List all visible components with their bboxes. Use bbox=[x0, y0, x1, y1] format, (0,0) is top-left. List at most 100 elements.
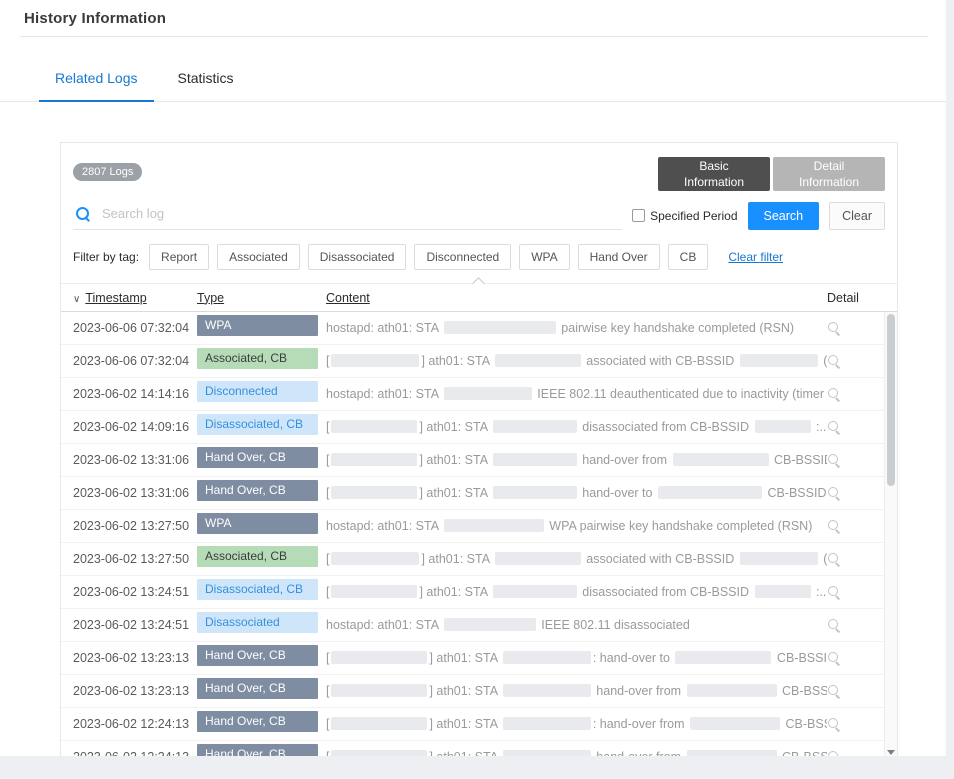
redacted-text bbox=[331, 585, 417, 598]
cell-content: [] ath01: STA hand-over from CB-BSSID ..… bbox=[326, 684, 827, 698]
redacted-text bbox=[495, 354, 581, 367]
redacted-text bbox=[331, 684, 427, 697]
type-tag: Hand Over, CB bbox=[197, 645, 318, 666]
cell-content: [] ath01: STA associated with CB-BSSID (… bbox=[326, 354, 827, 368]
page-title: History Information bbox=[24, 10, 924, 27]
page: History Information Related Logs Statist… bbox=[0, 0, 946, 756]
tab-related-logs[interactable]: Related Logs bbox=[55, 64, 138, 101]
panel-toolbar: 2807 Logs Basic Information Detail Infor… bbox=[61, 143, 897, 191]
redacted-text bbox=[493, 420, 577, 433]
cell-timestamp: 2023-06-02 14:14:16 bbox=[73, 387, 197, 401]
clear-button[interactable]: Clear bbox=[829, 202, 885, 230]
detail-magnifier-icon[interactable] bbox=[827, 486, 841, 500]
cell-type: Hand Over, CB bbox=[197, 645, 326, 671]
cell-detail bbox=[827, 354, 879, 368]
redacted-text bbox=[495, 552, 581, 565]
detail-magnifier-icon[interactable] bbox=[827, 420, 841, 434]
scrollbar[interactable] bbox=[884, 312, 897, 756]
detail-information-button[interactable]: Detail Information bbox=[773, 157, 885, 191]
detail-magnifier-icon[interactable] bbox=[827, 354, 841, 368]
column-header-type[interactable]: Type bbox=[197, 291, 224, 305]
tab-statistics[interactable]: Statistics bbox=[178, 64, 234, 101]
redacted-text bbox=[503, 750, 591, 756]
filter-tag-report[interactable]: Report bbox=[149, 244, 209, 270]
specified-period-label: Specified Period bbox=[650, 209, 737, 223]
cell-content: hostapd: ath01: STA IEEE 802.11 deauthen… bbox=[326, 387, 827, 401]
filter-tag-cb[interactable]: CB bbox=[668, 244, 709, 270]
specified-period-checkbox[interactable]: Specified Period bbox=[632, 209, 737, 223]
cell-content: hostapd: ath01: STA WPA pairwise key han… bbox=[326, 519, 827, 533]
cell-detail bbox=[827, 519, 879, 533]
cell-timestamp: 2023-06-06 07:32:04 bbox=[73, 354, 197, 368]
cell-type: Hand Over, CB bbox=[197, 678, 326, 704]
detail-magnifier-icon[interactable] bbox=[827, 519, 841, 533]
cell-type: Disassociated bbox=[197, 612, 326, 638]
search-input[interactable] bbox=[100, 205, 620, 222]
cell-content: [] ath01: STA associated with CB-BSSID (… bbox=[326, 552, 827, 566]
type-tag: WPA bbox=[197, 315, 318, 336]
search-row: Specified Period Search Clear bbox=[61, 191, 897, 242]
scrollbar-thumb[interactable] bbox=[887, 314, 895, 486]
redacted-text bbox=[444, 519, 544, 532]
redacted-text bbox=[740, 354, 818, 367]
scrollbar-down-button[interactable] bbox=[885, 744, 897, 756]
table-row: 2023-06-02 13:27:50Associated, CB[] ath0… bbox=[61, 543, 897, 576]
redacted-text bbox=[493, 486, 577, 499]
sort-descending-icon[interactable]: ∨ bbox=[73, 294, 80, 305]
cell-detail bbox=[827, 651, 879, 665]
cell-content: [] ath01: STA : hand-over from CB-BSSID … bbox=[326, 717, 827, 731]
column-header-content-cell: Content bbox=[326, 291, 827, 305]
cell-detail bbox=[827, 486, 879, 500]
cell-timestamp: 2023-06-02 13:24:51 bbox=[73, 585, 197, 599]
cell-content: [] ath01: STA : hand-over to CB-BSSID :.… bbox=[326, 651, 827, 665]
detail-magnifier-icon[interactable] bbox=[827, 750, 841, 756]
filter-tag-hand-over[interactable]: Hand Over bbox=[578, 244, 660, 270]
cell-timestamp: 2023-06-06 07:32:04 bbox=[73, 321, 197, 335]
column-header-type-cell: Type bbox=[197, 291, 326, 305]
redacted-text bbox=[687, 750, 777, 756]
cell-content: [] ath01: STA hand-over from CB-BSSID ..… bbox=[326, 750, 827, 756]
redacted-text bbox=[687, 684, 777, 697]
cell-content: hostapd: ath01: STA IEEE 802.11 disassoc… bbox=[326, 618, 827, 632]
search-button[interactable]: Search bbox=[748, 202, 820, 230]
log-table: ∨Timestamp Type Content Detail 2023-06-0… bbox=[61, 283, 897, 756]
logs-panel: 2807 Logs Basic Information Detail Infor… bbox=[60, 142, 898, 756]
cell-type: Associated, CB bbox=[197, 546, 326, 572]
filter-tag-wpa[interactable]: WPA bbox=[519, 244, 569, 270]
cell-type: Disassociated, CB bbox=[197, 579, 326, 605]
detail-magnifier-icon[interactable] bbox=[827, 618, 841, 632]
cell-content: hostapd: ath01: STA pairwise key handsha… bbox=[326, 321, 827, 335]
column-header-content[interactable]: Content bbox=[326, 291, 370, 305]
redacted-text bbox=[331, 453, 417, 466]
detail-magnifier-icon[interactable] bbox=[827, 387, 841, 401]
type-tag: Hand Over, CB bbox=[197, 678, 318, 699]
filter-tag-disconnected[interactable]: Disconnected bbox=[414, 244, 511, 270]
cell-type: Hand Over, CB bbox=[197, 480, 326, 506]
detail-magnifier-icon[interactable] bbox=[827, 684, 841, 698]
checkbox-icon[interactable] bbox=[632, 209, 645, 222]
table-row: 2023-06-02 14:14:16Disconnected hostapd: … bbox=[61, 378, 897, 411]
filter-tag-associated[interactable]: Associated bbox=[217, 244, 300, 270]
detail-magnifier-icon[interactable] bbox=[827, 651, 841, 665]
cell-timestamp: 2023-06-02 13:27:50 bbox=[73, 552, 197, 566]
detail-magnifier-icon[interactable] bbox=[827, 321, 841, 335]
filter-tag-disassociated[interactable]: Disassociated bbox=[308, 244, 407, 270]
redacted-text bbox=[331, 750, 427, 756]
detail-magnifier-icon[interactable] bbox=[827, 453, 841, 467]
detail-magnifier-icon[interactable] bbox=[827, 585, 841, 599]
redacted-text bbox=[675, 651, 771, 664]
filter-by-tag-label: Filter by tag: bbox=[73, 250, 139, 264]
clear-filter-link[interactable]: Clear filter bbox=[728, 250, 783, 264]
detail-magnifier-icon[interactable] bbox=[827, 552, 841, 566]
column-header-timestamp[interactable]: Timestamp bbox=[85, 291, 146, 305]
table-row: 2023-06-02 12:24:13Hand Over, CB[] ath01… bbox=[61, 741, 897, 756]
table-header: ∨Timestamp Type Content Detail bbox=[61, 283, 897, 312]
cell-detail bbox=[827, 321, 879, 335]
type-tag: Disconnected bbox=[197, 381, 318, 402]
cell-detail bbox=[827, 717, 879, 731]
basic-information-button[interactable]: Basic Information bbox=[658, 157, 770, 191]
page-header: History Information bbox=[20, 0, 928, 37]
redacted-text bbox=[444, 387, 532, 400]
cell-detail bbox=[827, 618, 879, 632]
detail-magnifier-icon[interactable] bbox=[827, 717, 841, 731]
